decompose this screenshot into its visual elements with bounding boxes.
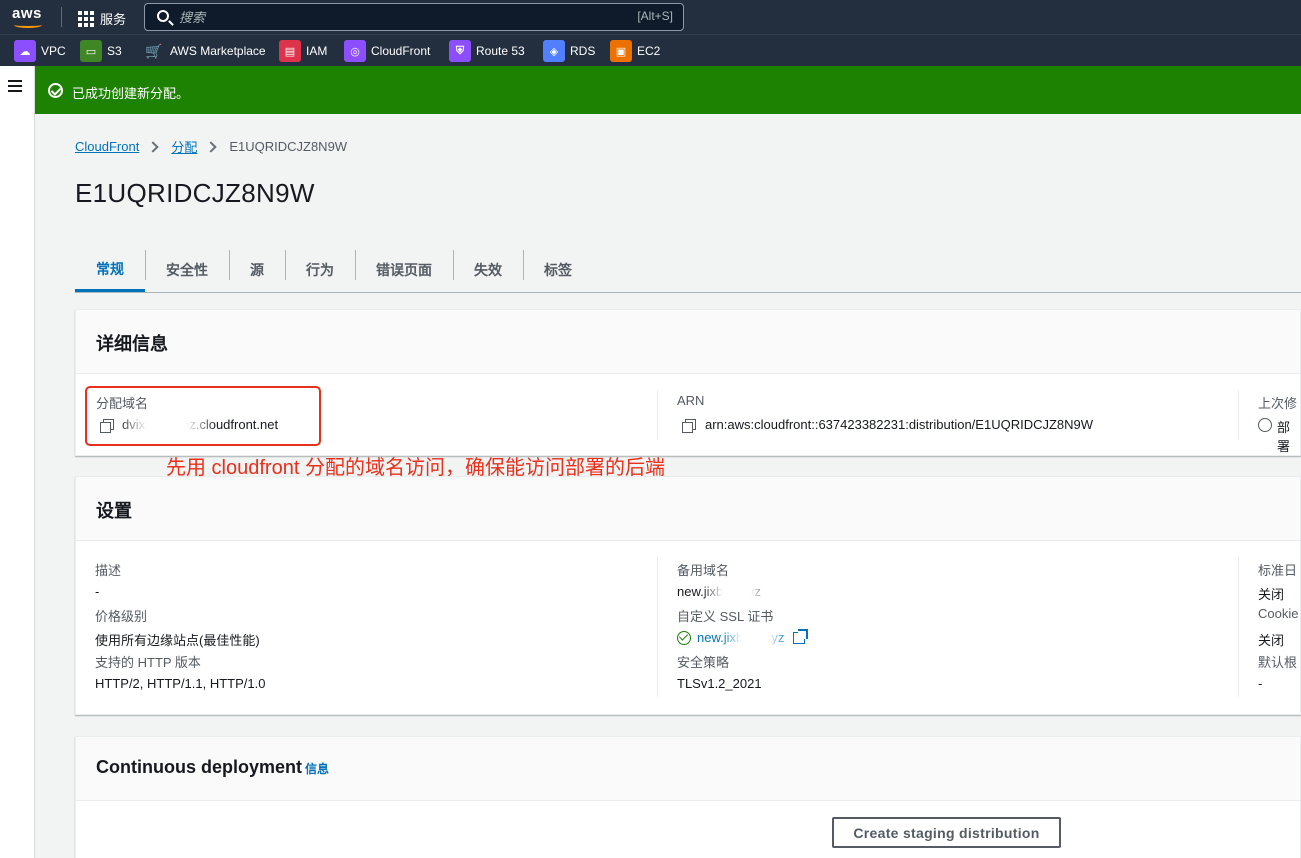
- favorite-label: VPC: [41, 44, 66, 58]
- cookie-logging-value: 关闭: [1258, 633, 1285, 648]
- last-modified-label: 上次修: [1258, 396, 1298, 411]
- standard-logging-value: 关闭: [1258, 587, 1285, 602]
- favorite-route53[interactable]: ⛨ Route 53: [449, 40, 525, 62]
- services-menu-button[interactable]: 服务: [78, 9, 126, 28]
- redaction-blur: [722, 631, 788, 645]
- http-versions-value: HTTP/2, HTTP/1.1, HTTP/1.0: [95, 676, 266, 691]
- services-label: 服务: [100, 12, 127, 27]
- search-icon: [157, 10, 169, 22]
- default-root-value: -: [1258, 676, 1263, 691]
- price-class-value: 使用所有边缘站点(最佳性能): [95, 633, 260, 648]
- chevron-right-icon: [205, 140, 217, 153]
- favorite-rds[interactable]: ◈ RDS: [543, 40, 595, 62]
- column-divider: [1238, 557, 1239, 697]
- success-flash-banner: 已成功创建新分配。: [35, 66, 1301, 114]
- last-modified-value: 部署: [1277, 420, 1291, 454]
- rds-icon: ◈: [543, 40, 565, 62]
- chevron-right-icon: [147, 140, 159, 153]
- favorite-label: S3: [107, 44, 122, 58]
- aws-logo[interactable]: aws: [12, 5, 46, 29]
- column-divider: [1238, 390, 1239, 440]
- ssl-certificate-label: 自定义 SSL 证书: [677, 609, 774, 624]
- copy-icon[interactable]: [682, 419, 696, 433]
- continuous-deployment-header: Continuous deployment 信息: [76, 737, 1300, 801]
- alternate-domain-label: 备用域名: [677, 563, 730, 578]
- tab-security[interactable]: 安全性: [145, 248, 229, 292]
- continuous-deployment-card: Continuous deployment 信息: [75, 736, 1301, 858]
- favorite-label: AWS Marketplace: [170, 44, 266, 58]
- menu-icon[interactable]: [8, 80, 22, 92]
- favorite-ec2[interactable]: ▣ EC2: [610, 40, 660, 62]
- tab-general[interactable]: 常规: [75, 248, 145, 292]
- clock-icon: [1258, 418, 1272, 432]
- route53-icon: ⛨: [449, 40, 471, 62]
- column-divider: [657, 390, 658, 440]
- create-staging-distribution-button[interactable]: Create staging distribution: [832, 817, 1061, 848]
- s3-icon: ▭: [80, 40, 102, 62]
- cloudfront-icon: ◎: [344, 40, 366, 62]
- redaction-blur: [702, 585, 772, 599]
- column-divider: [657, 557, 658, 697]
- cart-icon: 🛒: [143, 40, 165, 62]
- tab-error-pages[interactable]: 错误页面: [355, 248, 453, 292]
- favorite-s3[interactable]: ▭ S3: [80, 40, 122, 62]
- standard-logging-label: 标准日: [1258, 563, 1298, 578]
- favorite-aws-marketplace[interactable]: 🛒 AWS Marketplace: [143, 40, 266, 62]
- top-navigation: aws 服务 [Alt+S]: [0, 0, 1301, 34]
- favorite-label: CloudFront: [371, 44, 431, 58]
- continuous-deployment-title: Continuous deployment: [96, 757, 302, 777]
- price-class-label: 价格级别: [95, 609, 148, 624]
- iam-icon: ▤: [279, 40, 301, 62]
- favorite-vpc[interactable]: ☁ VPC: [14, 40, 66, 62]
- breadcrumb-cloudfront[interactable]: CloudFront: [75, 139, 139, 154]
- tab-origins[interactable]: 源: [229, 248, 285, 292]
- favorite-iam[interactable]: ▤ IAM: [279, 40, 327, 62]
- tab-invalidations[interactable]: 失效: [453, 248, 523, 292]
- external-link-icon[interactable]: [793, 629, 808, 644]
- tab-bar: 常规 安全性 源 行为 错误页面 失效 标签: [75, 248, 1301, 293]
- settings-card-title: 设置: [76, 477, 1300, 541]
- arn-value: arn:aws:cloudfront::637423382231:distrib…: [705, 417, 1094, 432]
- breadcrumb-distributions[interactable]: 分配: [171, 137, 197, 156]
- arn-label: ARN: [677, 393, 705, 408]
- breadcrumb-current: E1UQRIDCJZ8N9W: [229, 139, 348, 154]
- search-shortcut: [Alt+S]: [637, 9, 673, 23]
- cookie-logging-label: Cookie: [1258, 606, 1299, 621]
- vpc-icon: ☁: [14, 40, 36, 62]
- security-policy-value: TLSv1.2_2021: [677, 676, 762, 691]
- aws-smile-icon: [14, 22, 42, 28]
- favorites-bar: ☁ VPC ▭ S3 🛒 AWS Marketplace ▤ IAM ◎ CloudFro…: [0, 34, 1301, 66]
- favorite-label: RDS: [570, 44, 596, 58]
- favorite-label: Route 53: [476, 44, 525, 58]
- description-label: 描述: [95, 563, 122, 578]
- security-policy-label: 安全策略: [677, 655, 730, 670]
- side-navigation-rail: [0, 66, 35, 858]
- highlight-box: [85, 386, 321, 446]
- aws-logo-text: aws: [12, 5, 42, 22]
- nav-divider: [61, 7, 62, 27]
- favorite-label: EC2: [637, 44, 661, 58]
- info-link[interactable]: 信息: [305, 762, 329, 776]
- breadcrumb: CloudFront 分配 E1UQRIDCJZ8N9W: [75, 137, 347, 156]
- search-box[interactable]: [Alt+S]: [144, 3, 684, 31]
- search-input[interactable]: [179, 8, 579, 26]
- flash-message: 已成功创建新分配。: [72, 86, 190, 101]
- grid-icon: [78, 10, 94, 27]
- favorite-cloudfront[interactable]: ◎ CloudFront: [344, 40, 430, 62]
- details-card-title: 详细信息: [76, 310, 1300, 374]
- tab-tags[interactable]: 标签: [523, 248, 593, 292]
- default-root-label: 默认根: [1258, 655, 1298, 670]
- favorite-label: IAM: [306, 44, 328, 58]
- check-circle-icon: [48, 83, 63, 98]
- tab-behaviors[interactable]: 行为: [285, 248, 355, 292]
- http-versions-label: 支持的 HTTP 版本: [95, 655, 201, 670]
- page-title: E1UQRIDCJZ8N9W: [75, 178, 315, 208]
- description-value: -: [95, 584, 100, 599]
- ec2-icon: ▣: [610, 40, 632, 62]
- check-circle-icon: [677, 631, 691, 645]
